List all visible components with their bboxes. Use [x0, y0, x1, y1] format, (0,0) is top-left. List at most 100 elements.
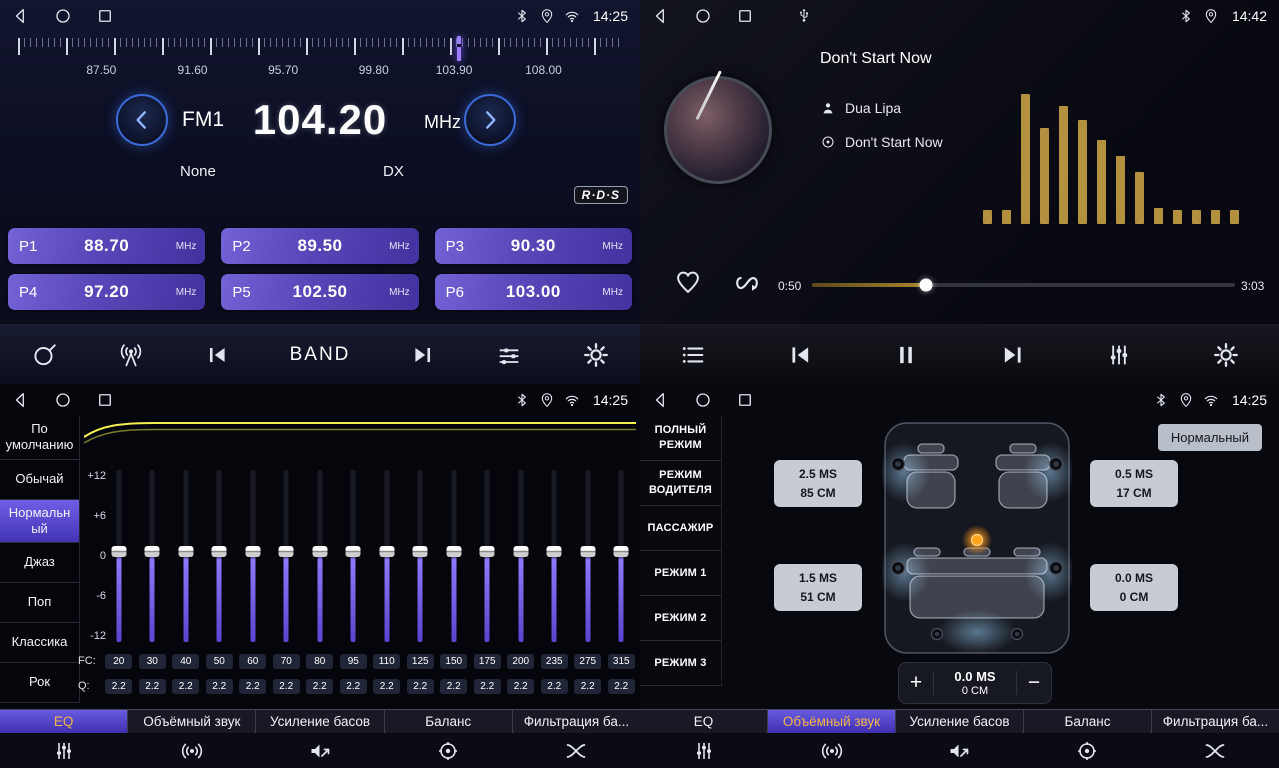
settings-button[interactable]	[582, 341, 610, 369]
back-icon[interactable]	[652, 391, 670, 409]
listening-mode-item[interactable]: РЕЖИМ 2	[640, 596, 721, 641]
pause-button[interactable]	[892, 341, 920, 369]
eq-preset-item[interactable]: Нормальный	[0, 500, 79, 544]
audio-tab[interactable]: Баланс	[384, 710, 512, 733]
slider-knob[interactable]	[513, 546, 528, 557]
slider-knob[interactable]	[480, 546, 495, 557]
slider-knob[interactable]	[580, 546, 595, 557]
tab-filter-icon[interactable]	[1151, 734, 1279, 768]
favorite-button[interactable]	[674, 268, 702, 296]
listening-mode-item[interactable]: ПОЛНЫЙ РЕЖИМ	[640, 416, 721, 461]
preset-button[interactable]: P6 103.00 MHz	[435, 274, 632, 310]
tab-filter-icon[interactable]	[512, 734, 640, 768]
slider-knob[interactable]	[346, 546, 361, 557]
decrease-delay-button[interactable]: −	[1017, 663, 1051, 703]
tab-balance-icon[interactable]	[1023, 734, 1151, 768]
slider-knob[interactable]	[413, 546, 428, 557]
audio-tab[interactable]: Усиление басов	[255, 710, 383, 733]
listening-mode-item[interactable]: РЕЖИМ 1	[640, 551, 721, 596]
back-icon[interactable]	[12, 391, 30, 409]
recents-icon[interactable]	[736, 391, 754, 409]
audio-tab[interactable]: Баланс	[1023, 710, 1151, 733]
slider-knob[interactable]	[379, 546, 394, 557]
tab-balance-icon[interactable]	[384, 734, 512, 768]
eq-band-slider[interactable]	[513, 470, 529, 642]
eq-band-slider[interactable]	[345, 470, 361, 642]
seek-bar-knob[interactable]	[920, 279, 933, 292]
home-icon[interactable]	[694, 7, 712, 25]
home-icon[interactable]	[54, 7, 72, 25]
recents-icon[interactable]	[96, 7, 114, 25]
frequency-scale[interactable]	[18, 36, 622, 62]
eq-band-slider[interactable]	[412, 470, 428, 642]
audio-tab[interactable]: EQ	[640, 710, 767, 733]
preset-button[interactable]: P3 90.30 MHz	[435, 228, 632, 264]
eq-band-slider[interactable]	[144, 470, 160, 642]
eq-preset-item[interactable]: Обычай	[0, 460, 79, 500]
slider-knob[interactable]	[547, 546, 562, 557]
tab-equalizer-icon[interactable]	[0, 734, 128, 768]
tune-up-button[interactable]	[464, 94, 516, 146]
slider-knob[interactable]	[212, 546, 227, 557]
eq-preset-item[interactable]: Классика	[0, 623, 79, 663]
band-button[interactable]: BAND	[290, 344, 351, 366]
previous-track-button[interactable]	[786, 341, 814, 369]
tune-down-button[interactable]	[116, 94, 168, 146]
audio-tab[interactable]: EQ	[0, 710, 127, 733]
increase-delay-button[interactable]: +	[899, 663, 933, 703]
listening-mode-item[interactable]: РЕЖИМ 3	[640, 641, 721, 686]
preset-button[interactable]: P2 89.50 MHz	[221, 228, 418, 264]
eq-preset-item[interactable]: Поп	[0, 583, 79, 623]
previous-station-button[interactable]	[204, 342, 230, 368]
home-icon[interactable]	[54, 391, 72, 409]
seek-bar[interactable]	[812, 283, 1235, 287]
speaker-delay-readout[interactable]: 2.5 MS 85 CM	[774, 460, 862, 507]
eq-band-slider[interactable]	[613, 470, 629, 642]
settings-button[interactable]	[1212, 341, 1240, 369]
recents-icon[interactable]	[736, 7, 754, 25]
broadcast-button[interactable]	[117, 341, 145, 369]
eq-band-slider[interactable]	[211, 470, 227, 642]
speaker-delay-readout[interactable]: 0.5 MS 17 CM	[1090, 460, 1178, 507]
slider-knob[interactable]	[614, 546, 629, 557]
eq-band-slider[interactable]	[278, 470, 294, 642]
repeat-button[interactable]	[732, 268, 762, 298]
eq-band-slider[interactable]	[178, 470, 194, 642]
slider-knob[interactable]	[245, 546, 260, 557]
tab-surround-icon[interactable]	[128, 734, 256, 768]
speaker-delay-readout[interactable]: 0.0 MS 0 CM	[1090, 564, 1178, 611]
next-track-button[interactable]	[999, 341, 1027, 369]
eq-band-slider[interactable]	[312, 470, 328, 642]
eq-preset-item[interactable]: По умолчанию	[0, 416, 79, 460]
speaker-delay-readout[interactable]: 1.5 MS 51 CM	[774, 564, 862, 611]
tab-bass-boost-icon[interactable]	[256, 734, 384, 768]
eq-preset-item[interactable]: Джаз	[0, 543, 79, 583]
slider-knob[interactable]	[279, 546, 294, 557]
eq-band-slider[interactable]	[245, 470, 261, 642]
mixer-button[interactable]	[1105, 341, 1133, 369]
scan-button[interactable]	[30, 341, 58, 369]
eq-band-slider[interactable]	[580, 470, 596, 642]
listening-mode-item[interactable]: РЕЖИМ ВОДИТЕЛЯ	[640, 461, 721, 506]
slider-knob[interactable]	[145, 546, 160, 557]
preset-button[interactable]: P1 88.70 MHz	[8, 228, 205, 264]
preset-button[interactable]: P4 97.20 MHz	[8, 274, 205, 310]
eq-band-slider[interactable]	[446, 470, 462, 642]
listener-position-dot[interactable]	[972, 535, 983, 546]
preset-button[interactable]: P5 102.50 MHz	[221, 274, 418, 310]
equalizer-button[interactable]	[495, 341, 523, 369]
home-icon[interactable]	[694, 391, 712, 409]
eq-band-slider[interactable]	[479, 470, 495, 642]
eq-band-slider[interactable]	[546, 470, 562, 642]
sound-profile-button[interactable]: Нормальный	[1158, 424, 1262, 451]
slider-knob[interactable]	[312, 546, 327, 557]
slider-knob[interactable]	[111, 546, 126, 557]
next-station-button[interactable]	[410, 342, 436, 368]
slider-knob[interactable]	[446, 546, 461, 557]
eq-band-slider[interactable]	[379, 470, 395, 642]
queue-button[interactable]	[679, 341, 707, 369]
listening-mode-item[interactable]: ПАССАЖИР	[640, 506, 721, 551]
slider-knob[interactable]	[178, 546, 193, 557]
audio-tab[interactable]: Фильтрация ба...	[1151, 710, 1279, 733]
audio-tab[interactable]: Объёмный звук	[767, 710, 895, 733]
